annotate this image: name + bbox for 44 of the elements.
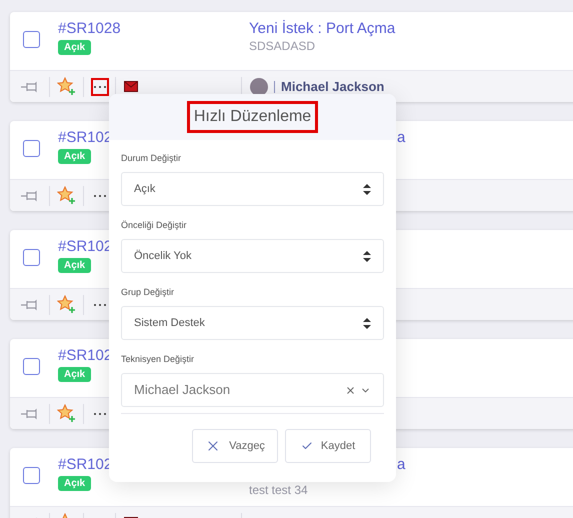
star-plus-icon[interactable] (57, 77, 76, 96)
status-badge: Açık (58, 149, 92, 164)
checkbox[interactable] (23, 31, 40, 48)
technician-combobox[interactable]: Michael Jackson (121, 373, 384, 407)
assignee-name[interactable]: Michael Jackson (281, 76, 384, 96)
ticket-title[interactable]: a (397, 455, 406, 475)
pushpin-icon[interactable] (20, 190, 40, 202)
envelope-icon[interactable] (124, 81, 138, 92)
sort-icon (363, 250, 371, 262)
status-badge: Açık (58, 367, 92, 382)
save-button[interactable]: Kaydet (285, 429, 371, 463)
star-plus-icon[interactable] (57, 404, 76, 423)
select-field[interactable]: Öncelik Yok (121, 239, 384, 273)
field-label: Önceliği Değiştir (121, 219, 188, 232)
pushpin-icon[interactable] (20, 298, 40, 310)
popover-title: Hızlı Düzenleme (186, 101, 318, 133)
clear-icon[interactable] (345, 384, 356, 396)
pushpin-icon[interactable] (20, 80, 40, 92)
checkbox[interactable] (23, 249, 40, 266)
pushpin-icon[interactable] (20, 408, 40, 420)
status-badge: Açık (58, 258, 92, 273)
checkbox[interactable] (23, 467, 40, 484)
check-icon (300, 440, 313, 452)
select-field[interactable]: Sistem Destek (121, 306, 384, 340)
checkbox[interactable] (23, 358, 40, 375)
more-button[interactable] (90, 78, 108, 96)
sort-icon (363, 184, 371, 194)
field-label: Durum Değiştir (121, 152, 182, 165)
cancel-button[interactable]: Vazgeç (192, 429, 278, 463)
star-plus-icon[interactable] (57, 295, 76, 314)
checkbox[interactable] (23, 140, 40, 157)
ticket-title[interactable]: Yeni İstek : Port Açma (249, 19, 396, 39)
select-field[interactable]: Açık (121, 172, 384, 206)
ticket-subtitle: SDSADASD (249, 39, 316, 53)
field-label: Grup Değiştir (121, 286, 176, 299)
avatar (250, 78, 268, 96)
ticket-subtitle: test test 34 (249, 483, 309, 497)
status-badge: Açık (58, 476, 92, 491)
star-plus-icon[interactable] (57, 186, 76, 205)
ticket-title[interactable]: a (397, 128, 406, 148)
status-badge: Açık (58, 40, 92, 55)
sort-icon (363, 318, 371, 328)
ticket-id[interactable]: #SR1028 (58, 19, 121, 39)
field-label: Teknisyen Değiştir (121, 353, 196, 366)
